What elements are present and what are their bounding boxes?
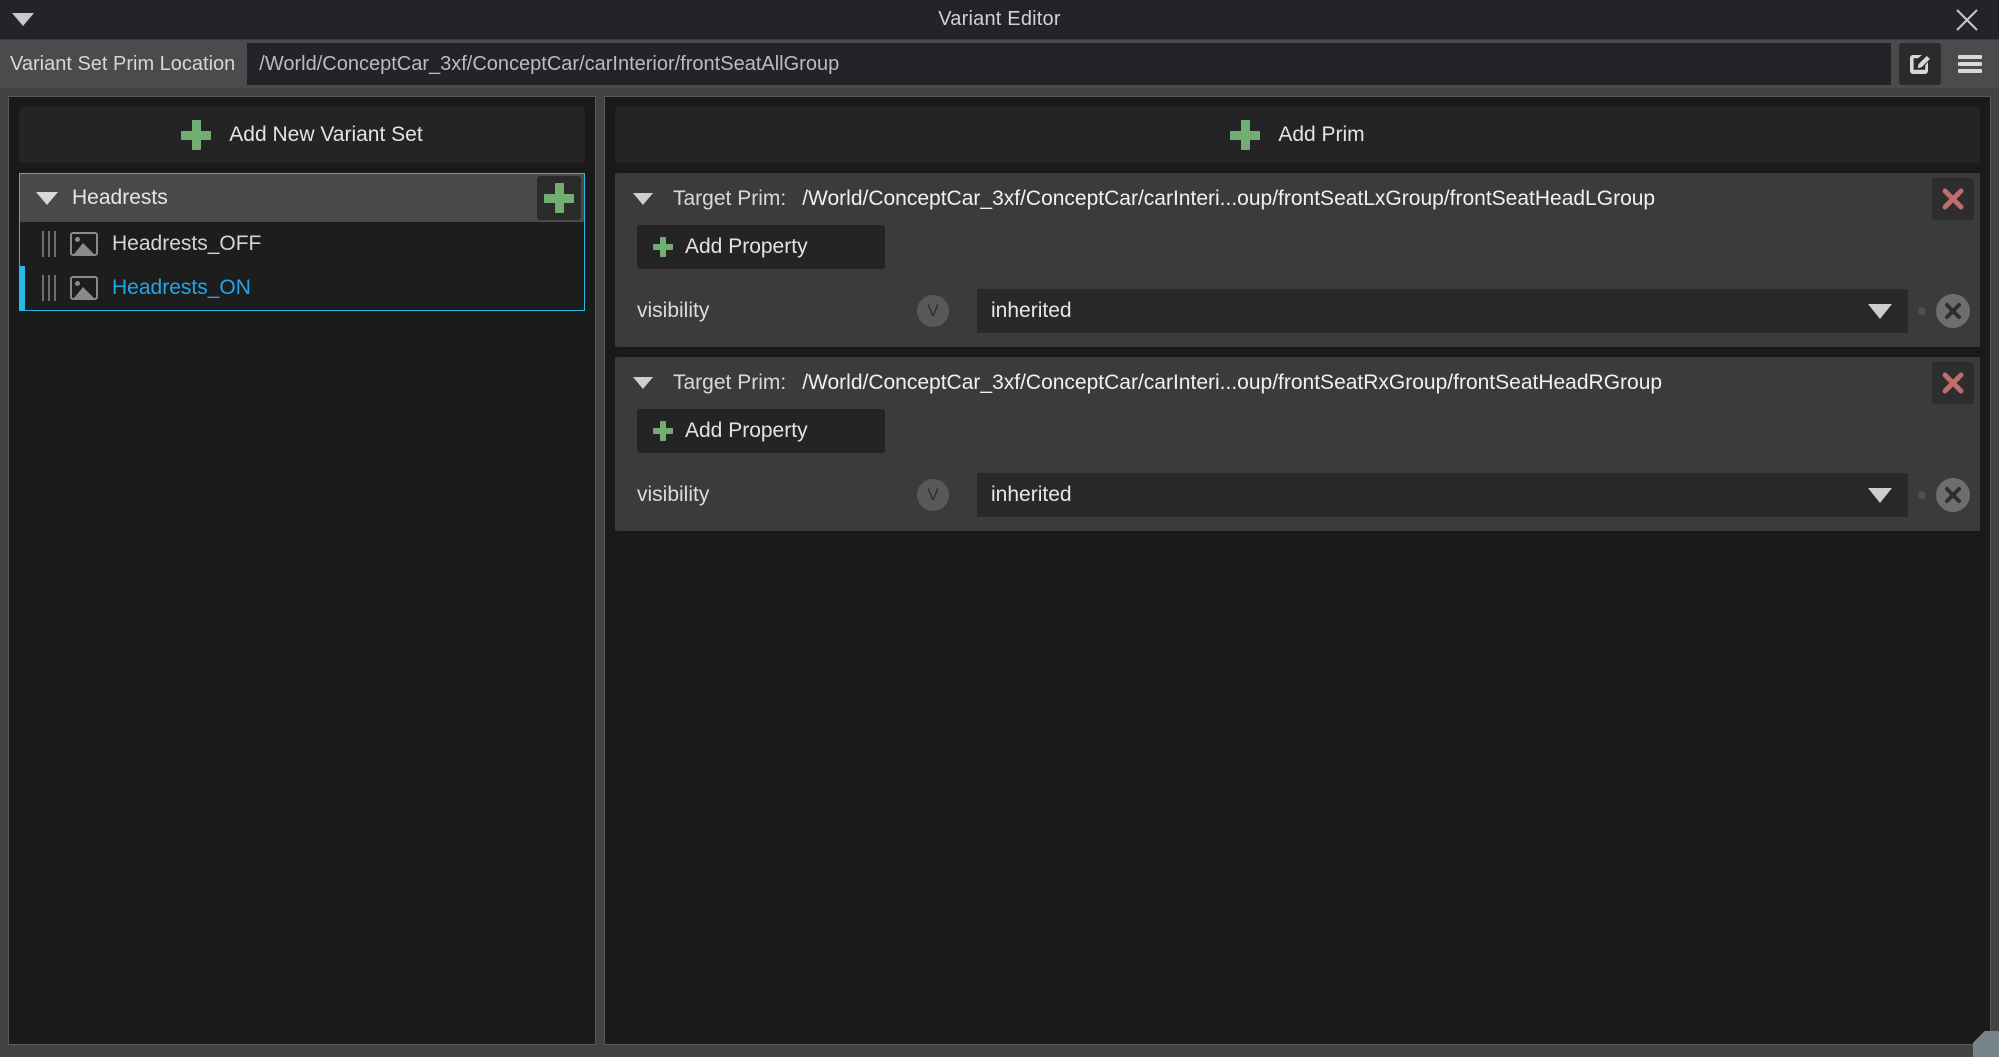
dock-arrow-button[interactable] <box>0 13 46 26</box>
chevron-down-icon <box>1868 303 1892 319</box>
add-prim-button[interactable]: Add Prim <box>615 107 1980 163</box>
editor-body: Add New Variant Set Headrests Headrests_… <box>0 88 1999 1057</box>
delete-prim-button[interactable] <box>1932 362 1974 404</box>
variant-set-header[interactable]: Headrests <box>20 174 584 222</box>
prim-location-input[interactable]: /World/ConceptCar_3xf/ConceptCar/carInte… <box>247 43 1891 85</box>
variant-row[interactable]: Headrests_ON <box>20 266 584 310</box>
prim-location-label: Variant Set Prim Location <box>10 52 236 75</box>
circle-x-remove-icon <box>1945 303 1961 319</box>
options-menu-button[interactable] <box>1949 43 1991 85</box>
plus-icon <box>653 421 673 441</box>
add-new-variant-set-button[interactable]: Add New Variant Set <box>19 107 585 163</box>
title-bar: Variant Editor <box>0 0 1999 40</box>
property-name: visibility <box>637 483 710 506</box>
property-row: visibility V inherited <box>615 289 1980 333</box>
edit-pencil-icon <box>1910 55 1930 74</box>
drag-handle-icon[interactable] <box>42 275 56 301</box>
visibility-select[interactable]: inherited <box>977 473 1908 517</box>
property-row: visibility V inherited <box>615 473 1980 517</box>
edit-prim-location-button[interactable] <box>1899 43 1941 85</box>
prims-panel: Add Prim Target Prim: /World/ConceptCar_… <box>604 96 1991 1045</box>
variant-set-group: Headrests Headrests_OFF Headrests_ON <box>19 173 585 311</box>
image-thumbnail-icon <box>70 276 98 300</box>
add-property-label: Add Property <box>685 235 808 258</box>
visibility-value: inherited <box>991 299 1072 322</box>
property-type-badge[interactable]: V <box>917 295 949 327</box>
variant-sets-panel: Add New Variant Set Headrests Headrests_… <box>8 96 596 1045</box>
hamburger-menu-icon <box>1958 55 1982 73</box>
circle-x-remove-icon <box>1945 487 1961 503</box>
prim-card-header: Target Prim: /World/ConceptCar_3xf/Conce… <box>615 357 1980 409</box>
add-property-button[interactable]: Add Property <box>637 225 885 269</box>
remove-property-button[interactable] <box>1936 478 1970 512</box>
target-prim-path[interactable]: /World/ConceptCar_3xf/ConceptCar/carInte… <box>802 371 1916 395</box>
prim-card-header: Target Prim: /World/ConceptCar_3xf/Conce… <box>615 173 1980 225</box>
property-separator-dot <box>1918 307 1926 315</box>
visibility-select[interactable]: inherited <box>977 289 1908 333</box>
add-variant-button[interactable] <box>537 176 581 220</box>
red-x-delete-icon <box>1942 372 1964 394</box>
target-prim-label: Target Prim: <box>673 371 787 394</box>
plus-icon <box>544 183 574 213</box>
close-button[interactable] <box>1949 2 1985 38</box>
drag-handle-icon[interactable] <box>42 231 56 257</box>
chevron-down-icon <box>36 191 58 205</box>
plus-icon <box>181 120 212 150</box>
page-title: Variant Editor <box>938 8 1061 30</box>
add-new-variant-set-label: Add New Variant Set <box>229 123 423 146</box>
triangle-down-icon <box>12 13 34 26</box>
variant-editor-window: Variant Editor Variant Set Prim Location… <box>0 0 1999 1057</box>
variant-row[interactable]: Headrests_OFF <box>20 222 584 266</box>
target-prim-label: Target Prim: <box>673 187 787 210</box>
variant-label: Headrests_ON <box>112 276 251 299</box>
prim-card: Target Prim: /World/ConceptCar_3xf/Conce… <box>615 357 1980 531</box>
chevron-down-icon[interactable] <box>633 193 653 205</box>
close-icon <box>1956 8 1978 31</box>
property-type-badge[interactable]: V <box>917 479 949 511</box>
variant-label: Headrests_OFF <box>112 232 262 255</box>
property-name: visibility <box>637 299 710 322</box>
plus-icon <box>653 237 673 257</box>
prim-location-toolbar: Variant Set Prim Location /World/Concept… <box>0 40 1999 88</box>
visibility-value: inherited <box>991 483 1072 506</box>
add-property-label: Add Property <box>685 419 808 442</box>
plus-icon <box>1230 120 1261 150</box>
add-property-button[interactable]: Add Property <box>637 409 885 453</box>
chevron-down-icon <box>1868 487 1892 503</box>
variant-set-name: Headrests <box>72 186 168 209</box>
remove-property-button[interactable] <box>1936 294 1970 328</box>
chevron-down-icon[interactable] <box>633 377 653 389</box>
add-prim-label: Add Prim <box>1278 123 1365 146</box>
target-prim-path[interactable]: /World/ConceptCar_3xf/ConceptCar/carInte… <box>802 187 1916 211</box>
delete-prim-button[interactable] <box>1932 178 1974 220</box>
prim-card: Target Prim: /World/ConceptCar_3xf/Conce… <box>615 173 1980 347</box>
property-separator-dot <box>1918 491 1926 499</box>
image-thumbnail-icon <box>70 232 98 256</box>
window-resize-grip[interactable] <box>1973 1031 1999 1057</box>
red-x-delete-icon <box>1942 188 1964 210</box>
